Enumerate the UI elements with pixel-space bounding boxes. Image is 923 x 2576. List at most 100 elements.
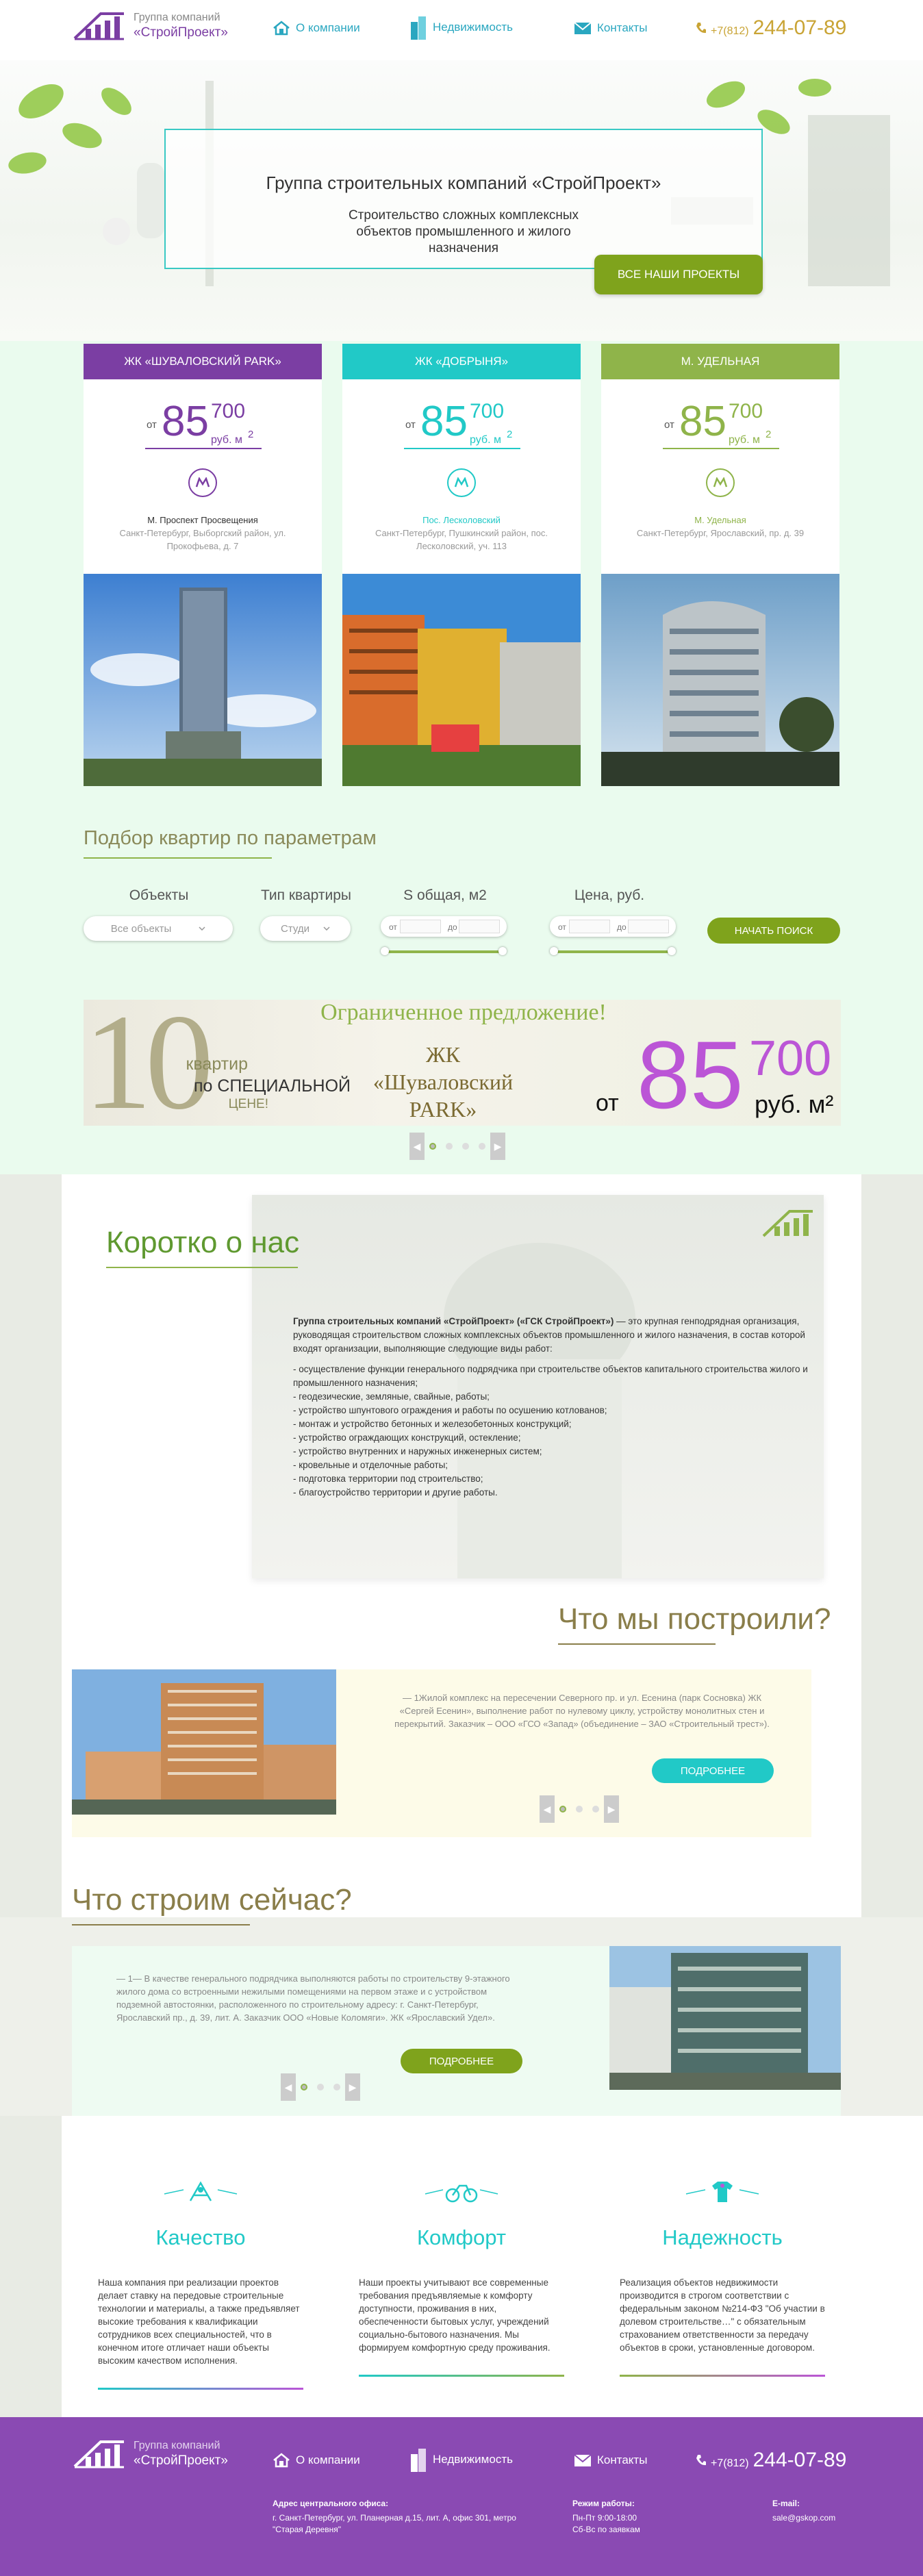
hero-banner: Группа строительных компаний «СтройПроек… <box>164 129 763 269</box>
metro-icon <box>706 468 735 497</box>
about-item: - подготовка территории под строительств… <box>293 1474 483 1484</box>
price-from-input[interactable] <box>569 920 610 933</box>
project-card[interactable]: М. УДЕЛЬНАЯ от 85 700 руб. м 2 М. Удельн… <box>601 344 839 786</box>
logo-title: «СтройПроект» <box>134 2453 228 2468</box>
feature-text: Наша компания при реализации проектов де… <box>98 2277 300 2366</box>
pager-next-icon[interactable]: ▶ <box>345 2073 360 2101</box>
pager-dot[interactable] <box>559 1806 566 1813</box>
phone-number: 244-07-89 <box>753 16 847 39</box>
logo-icon <box>73 12 124 40</box>
price-range[interactable]: от до <box>550 916 676 937</box>
footer-nav-realty[interactable]: Недвижимость <box>409 2447 513 2472</box>
nav-about[interactable]: О компании <box>273 21 360 36</box>
pager-dot[interactable] <box>576 1806 583 1813</box>
area-from-input[interactable] <box>400 920 441 933</box>
logo[interactable]: Группа компаний «СтройПроект» <box>73 10 228 41</box>
phone-icon <box>696 2455 706 2466</box>
about-intro-bold: Группа строительных компаний «СтройПроек… <box>293 1316 614 1326</box>
logo-subtitle: Группа компаний <box>134 12 220 23</box>
footer-nav-contacts[interactable]: Контакты <box>574 2453 647 2468</box>
people-icon <box>98 2177 303 2206</box>
price-slider[interactable] <box>550 947 676 955</box>
nav-about-label: О компании <box>296 2453 360 2466</box>
about-item: - устройство внутренних и наружных инжен… <box>293 1446 542 1456</box>
about-item: - монтаж и устройство бетонных и железоб… <box>293 1419 572 1429</box>
header: Группа компаний «СтройПроект» О компании… <box>0 0 923 60</box>
pager-prev-icon[interactable]: ◀ <box>409 1133 425 1160</box>
footer-email-link[interactable]: sale@gskop.com <box>772 2513 835 2523</box>
price-unit-sup: 2 <box>766 429 772 440</box>
filter-title: Подбор квартир по параметрам <box>84 827 377 849</box>
footer-logo[interactable]: Группа компаний «СтройПроект» <box>73 2438 228 2469</box>
project-address: Санкт-Петербург, Выборгский район, ул. П… <box>119 528 286 551</box>
area-slider[interactable] <box>381 947 507 955</box>
pager-prev-icon[interactable]: ◀ <box>540 1795 555 1823</box>
project-address: Санкт-Петербург, Ярославский, пр. д. 39 <box>636 528 805 538</box>
feature-divider <box>359 2375 564 2377</box>
range-to-label: до <box>448 922 457 932</box>
now-details-button[interactable]: ПОДРОБНЕЕ <box>401 2049 522 2073</box>
pager-next-icon[interactable]: ▶ <box>490 1133 505 1160</box>
price-value: 85 <box>679 398 726 445</box>
pager-dot[interactable] <box>446 1143 453 1150</box>
now-photo <box>609 1946 841 2090</box>
footer-phone[interactable]: +7(812) 244-07-89 <box>696 2449 846 2472</box>
pager-dot[interactable] <box>462 1143 469 1150</box>
special-offer-banner[interactable]: Ограниченное предложение! 10 квартир по … <box>84 1000 841 1126</box>
pager-dot[interactable] <box>429 1143 436 1150</box>
banner-count-text3: ЦЕНЕ! <box>228 1097 268 1111</box>
pager-dot[interactable] <box>317 2084 324 2091</box>
type-select[interactable]: Студи <box>260 916 351 941</box>
phone[interactable]: +7(812) 244-07-89 <box>696 16 846 40</box>
house-icon <box>273 2453 290 2468</box>
price-prefix: от <box>147 419 157 431</box>
range-from-label: от <box>389 922 397 932</box>
built-title: Что мы построили? <box>558 1602 831 1636</box>
price-to-input[interactable] <box>628 920 669 933</box>
banner-pager: ◀ ▶ <box>409 1133 505 1160</box>
price-fraction: 700 <box>211 400 246 422</box>
pager-next-icon[interactable]: ▶ <box>604 1795 619 1823</box>
banner-price: 85 <box>637 1021 744 1126</box>
hero: Группа строительных компаний «СтройПроек… <box>0 60 923 341</box>
pager-dot[interactable] <box>479 1143 485 1150</box>
feature-reliability: Надежность Реализация объектов недвижимо… <box>620 2177 825 2377</box>
buildings-icon <box>411 2449 426 2472</box>
area-range[interactable]: от до <box>381 916 507 937</box>
now-title: Что строим сейчас? <box>72 1883 352 1917</box>
price-unit-sup: 2 <box>507 429 513 440</box>
project-price: от 85 700 руб. м 2 <box>342 379 581 455</box>
project-card-title: ЖК «ДОБРЫНЯ» <box>342 344 581 379</box>
about-item: - устройство шпунтового ограждения и раб… <box>293 1405 607 1415</box>
project-card-title: ЖК «ШУВАЛОВСКИЙ PARK» <box>84 344 322 379</box>
filter-label-type: Тип квартиры <box>261 887 351 903</box>
project-card[interactable]: ЖК «ДОБРЫНЯ» от 85 700 руб. м 2 Пос. Лес… <box>342 344 581 786</box>
shirt-icon <box>620 2177 825 2206</box>
nav-realty[interactable]: Недвижимость <box>409 15 513 40</box>
phone-code: +7(812) <box>711 25 749 37</box>
footer-nav-about[interactable]: О компании <box>273 2453 360 2468</box>
filter-label-price: Цена, руб. <box>574 887 645 903</box>
banner-headline: Ограниченное предложение! <box>320 1000 607 1025</box>
nav-contacts[interactable]: Контакты <box>574 21 647 36</box>
nav-about-label: О компании <box>296 21 360 34</box>
objects-select[interactable]: Все объекты <box>84 916 233 941</box>
feature-quality: Качество Наша компания при реализации пр… <box>98 2177 303 2390</box>
footer-hours-title: Режим работы: <box>572 2499 635 2508</box>
feature-text: Наши проекты учитывают все современные т… <box>359 2277 551 2353</box>
price-unit: руб. м <box>470 434 501 446</box>
feature-comfort: Комфорт Наши проекты учитывают все совре… <box>359 2177 564 2377</box>
search-button[interactable]: НАЧАТЬ ПОИСК <box>707 918 840 944</box>
project-card[interactable]: ЖК «ШУВАЛОВСКИЙ PARK» от 85 700 руб. м 2… <box>84 344 322 786</box>
price-unit: руб. м <box>211 434 242 446</box>
all-projects-button[interactable]: ВСЕ НАШИ ПРОЕКТЫ <box>594 255 763 294</box>
built-details-button[interactable]: ПОДРОБНЕЕ <box>652 1758 774 1783</box>
phone-number: 244-07-89 <box>753 2449 847 2471</box>
pager-dot[interactable] <box>592 1806 599 1813</box>
filter-label-area: S общая, м2 <box>403 887 487 903</box>
pager-dot[interactable] <box>333 2084 340 2091</box>
area-to-input[interactable] <box>459 920 500 933</box>
pager-dot[interactable] <box>301 2084 307 2091</box>
footer-hours: Режим работы: Пн-Пт 9:00-18:00 Сб-Вс по … <box>572 2498 709 2536</box>
pager-prev-icon[interactable]: ◀ <box>281 2073 296 2101</box>
